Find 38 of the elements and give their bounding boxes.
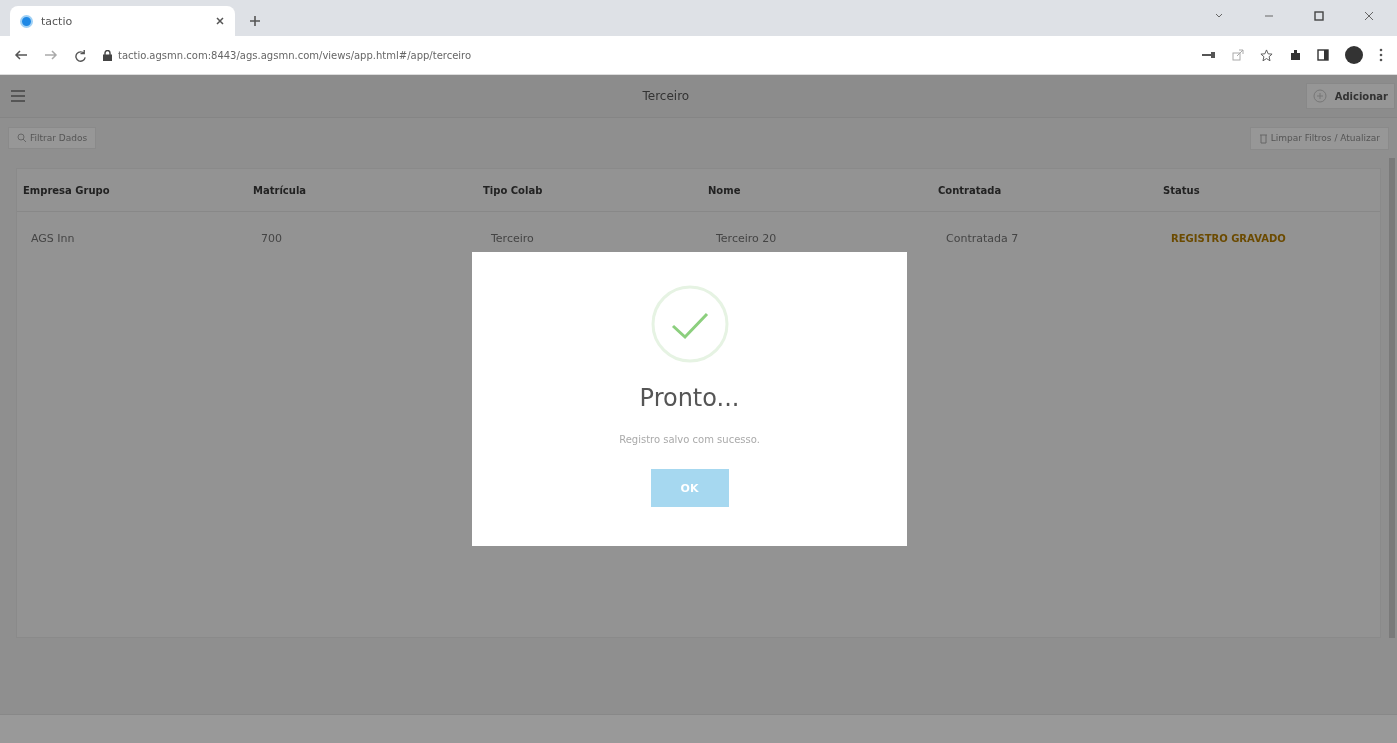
column-header: Empresa Grupo — [22, 184, 111, 196]
new-tab-icon[interactable] — [249, 15, 261, 27]
star-icon[interactable] — [1260, 48, 1273, 62]
column-header: Tipo Colab — [482, 184, 544, 196]
refresh-button[interactable]: Limpar Filtros / Atualizar — [1249, 126, 1389, 150]
table-cell-text: AGS Inn — [30, 231, 76, 245]
more-icon[interactable] — [1379, 48, 1383, 62]
plus-circle-icon — [1312, 89, 1327, 103]
add-button[interactable]: Adicionar — [1305, 83, 1395, 109]
address-bar[interactable]: tactio.agsmn.com:8443/ags.agsmn.com/views/app.html#/app/terceiro — [103, 49, 1186, 61]
tab-title: tactio — [41, 14, 74, 28]
column-header: Matrícula — [252, 184, 308, 196]
profile-avatar[interactable] — [1345, 46, 1363, 64]
table-cell-text: 700 — [260, 231, 283, 245]
reload-icon[interactable] — [74, 48, 87, 62]
column-header: Nome — [707, 184, 742, 196]
page-title: Terceiro — [641, 89, 691, 103]
side-panel-icon[interactable] — [1317, 49, 1329, 61]
search-icon — [17, 133, 27, 143]
site-icon — [20, 14, 33, 28]
table-cell-text: Terceiro — [490, 231, 535, 245]
filter-button[interactable]: Filtrar Dados — [8, 127, 97, 149]
maximize-icon[interactable] — [1313, 10, 1325, 22]
table-cell-text: Contratada 7 — [945, 231, 1020, 245]
dialog-title: Pronto... — [639, 384, 740, 412]
back-arrow-icon[interactable] — [14, 49, 28, 61]
table-cell-text: Terceiro 20 — [715, 231, 778, 245]
close-icon[interactable] — [215, 16, 225, 26]
lock-icon — [103, 49, 112, 61]
status-label: REGISTRO GRAVADO — [1170, 232, 1287, 244]
column-header: Contratada — [937, 184, 1003, 196]
trash-icon — [1258, 132, 1268, 144]
dialog-message: Registro salvo com sucesso. — [619, 434, 760, 445]
column-header: Status — [1162, 184, 1201, 196]
key-icon[interactable] — [1202, 50, 1216, 60]
check-circle-icon — [649, 284, 730, 364]
browser-tab[interactable]: tactio — [10, 6, 235, 36]
close-icon[interactable] — [1363, 10, 1375, 22]
